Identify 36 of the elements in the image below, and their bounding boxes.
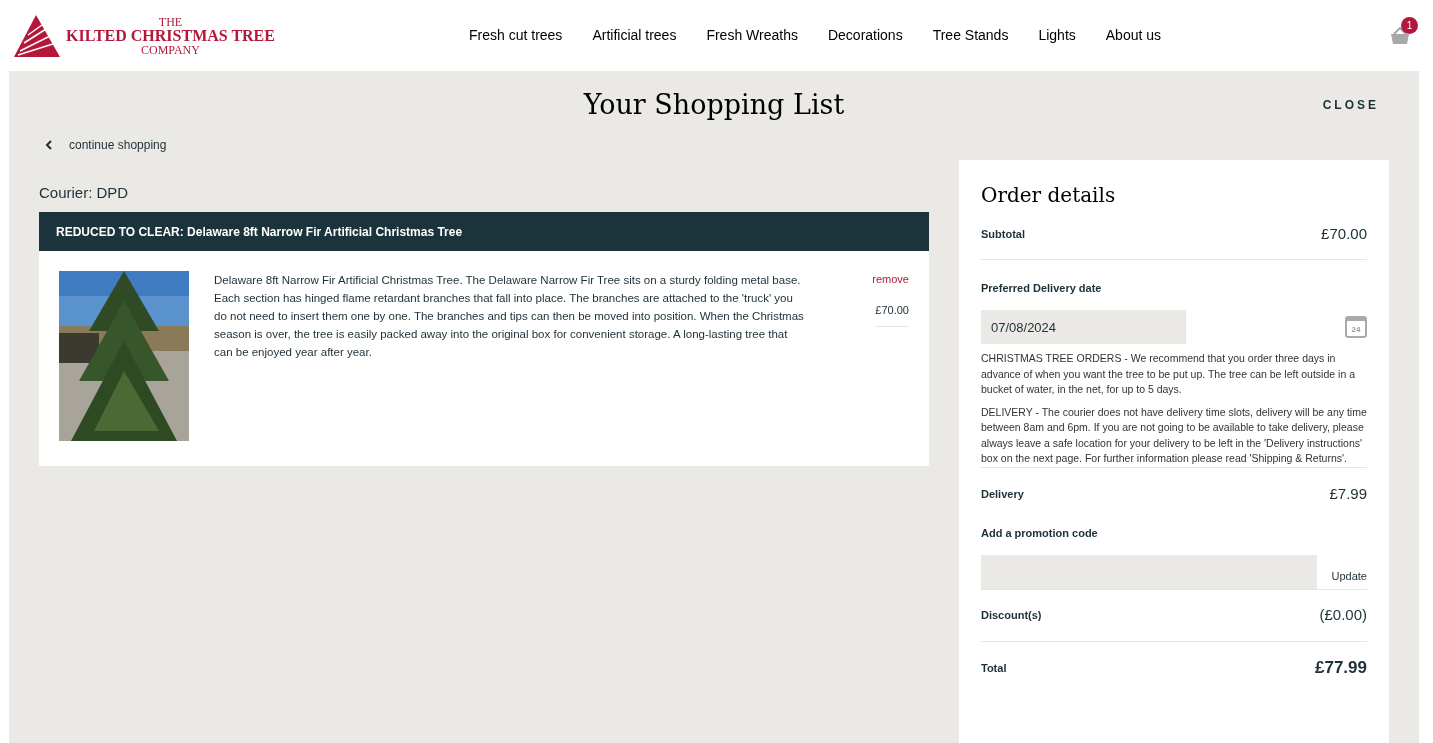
total-label: Total xyxy=(981,660,1007,676)
delivery-note: DELIVERY - The courier does not have delivery time slots, delivery will be any time between 8am and 6pm. If you are not going to be available to take delivery, please always leave a safe location for your delivery to be left in the 'Delivery instructions' box on the next page. For further information please read 'Shipping & Returns'. xyxy=(981,404,1367,466)
discount-value: (£0.00) xyxy=(1319,605,1367,626)
nav-link[interactable]: Fresh cut trees xyxy=(469,25,563,46)
item-price: £70.00 xyxy=(875,301,909,327)
delivery-date-label: Preferred Delivery date xyxy=(981,280,1103,296)
promo-label: Add a promotion code xyxy=(981,525,1099,541)
remove-link[interactable]: remove xyxy=(872,271,909,288)
order-title: Order details xyxy=(981,181,1117,209)
nav-link[interactable]: Fresh Wreaths xyxy=(706,25,798,46)
nav-link[interactable]: Tree Stands xyxy=(932,25,1009,46)
continue-shopping-link[interactable]: continue shopping xyxy=(69,135,167,154)
subtotal-value: £70.00 xyxy=(1321,223,1367,244)
courier-label: Courier: DPD xyxy=(39,182,130,203)
total-value: £77.99 xyxy=(1315,657,1367,680)
nav-link[interactable]: Artificial trees xyxy=(592,25,677,46)
close-button[interactable]: CLOSE xyxy=(1322,96,1379,115)
item-description: Delaware 8ft Narrow Fir Artificial Christmas Tree. The Delaware Narrow Fir Tree sits on a sturdy folding metal base. Each section has hinged flame retardant branches that fall into place. The branches are attached to the 'truck' you do not need to insert them one by one. The branches and tips can then be moved into position. When the Christmas season is over, the tree is easily packed away into the original box for convenient storage. A long-lasting tree that can be enjoyed year after year. xyxy=(214,273,804,360)
logo-text: COMPANY xyxy=(141,42,200,57)
discount-label: Discount(s) xyxy=(981,608,1042,624)
chevron-left-icon[interactable] xyxy=(45,139,53,150)
nav-link[interactable]: Lights xyxy=(1038,25,1076,46)
update-button[interactable]: Update xyxy=(1331,559,1367,585)
delivery-label: Delivery xyxy=(981,486,1024,502)
item-heading: REDUCED TO CLEAR: Delaware 8ft Narrow Fir Artificial Christmas Tree xyxy=(39,212,929,251)
cart-count-badge: 1 xyxy=(1401,16,1418,34)
subtotal-label: Subtotal xyxy=(981,226,1025,242)
promo-field[interactable] xyxy=(981,555,1317,589)
nav-link[interactable]: About us xyxy=(1105,25,1162,46)
page-title: Your Shopping List xyxy=(583,88,845,122)
date-field[interactable]: 07/08/2024 xyxy=(981,310,1186,344)
delivery-note: CHRISTMAS TREE ORDERS - We recommend that you order three days in advance of when you want the tree to be put up. The tree can be left outside in a bucket of water, in the net, for up to 5 days. xyxy=(981,351,1356,397)
logo-text: KILTED CHRISTMAS TREE xyxy=(66,28,275,43)
nav-link[interactable]: Decorations xyxy=(827,25,903,46)
delivery-value: £7.99 xyxy=(1329,483,1367,504)
logo-text: THE xyxy=(158,14,183,29)
